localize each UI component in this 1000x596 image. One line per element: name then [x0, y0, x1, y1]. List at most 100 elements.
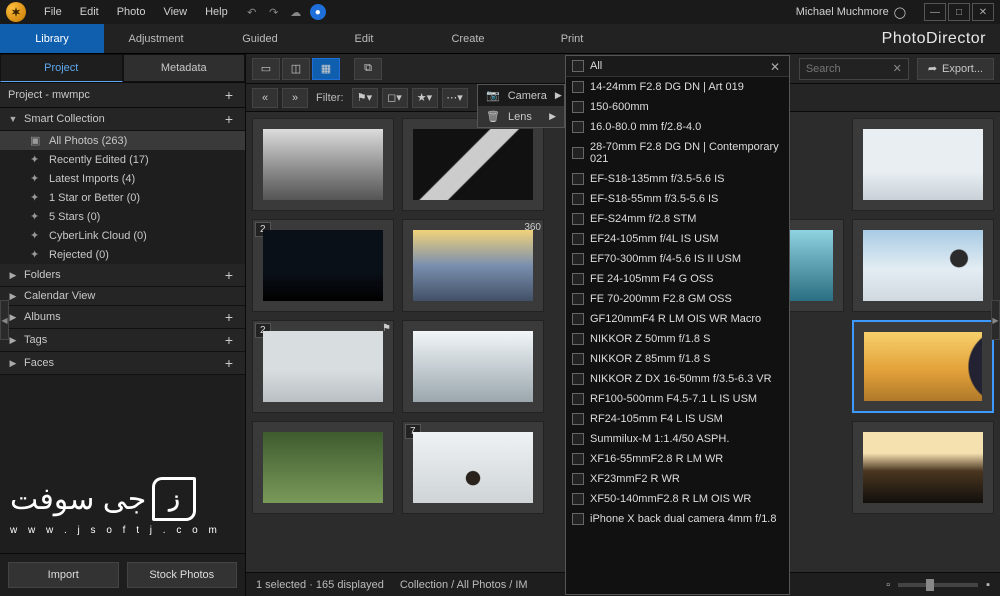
submenu-lens[interactable]: 🗑 Lens ▶	[478, 106, 564, 127]
checkbox[interactable]	[572, 373, 584, 385]
lens-filter-item[interactable]: XF16-55mmF2.8 R LM WR	[566, 449, 789, 469]
lens-filter-item[interactable]: EF-S24mm f/2.8 STM	[566, 209, 789, 229]
checkbox[interactable]	[572, 147, 584, 159]
thumbnail[interactable]: 2⚑	[252, 320, 394, 413]
lens-filter-item[interactable]: RF24-105mm F4 L IS USM	[566, 409, 789, 429]
lens-filter-item[interactable]: NIKKOR Z DX 16-50mm f/3.5-6.3 VR	[566, 369, 789, 389]
menu-file[interactable]: File	[36, 3, 70, 21]
search-field[interactable]: ✕	[799, 58, 909, 80]
window-close[interactable]: ✕	[972, 3, 994, 21]
add-face[interactable]: +	[221, 355, 237, 371]
checkbox[interactable]	[572, 173, 584, 185]
checkbox[interactable]	[572, 293, 584, 305]
thumbnail-large-icon[interactable]: ▪	[986, 579, 990, 591]
lens-filter-item[interactable]: 28-70mm F2.8 DG DN | Contemporary 021	[566, 137, 789, 169]
thumbnail-size-slider[interactable]	[898, 583, 978, 587]
module-create[interactable]: Create	[416, 24, 520, 53]
lens-filter-item[interactable]: iPhone X back dual camera 4mm f/1.8	[566, 509, 789, 529]
import-button[interactable]: Import	[8, 562, 119, 588]
tree-rejected[interactable]: ✦Rejected (0)	[0, 245, 245, 264]
tree-smart-collection[interactable]: ▼Smart Collection +	[0, 108, 245, 131]
add-folder[interactable]: +	[221, 267, 237, 283]
tree-faces[interactable]: ▶Faces+	[0, 352, 245, 375]
lens-filter-item[interactable]: EF-S18-135mm f/3.5-5.6 IS	[566, 169, 789, 189]
lens-panel-close[interactable]: ✕	[765, 58, 785, 76]
window-minimize[interactable]: —	[924, 3, 946, 21]
user-account[interactable]: Michael Muchmore ◯	[796, 6, 906, 19]
checkbox[interactable]	[572, 313, 584, 325]
lens-filter-item[interactable]: EF-S18-55mm f/3.5-5.6 IS	[566, 189, 789, 209]
tab-project[interactable]: Project	[0, 54, 123, 82]
checkbox[interactable]	[572, 213, 584, 225]
lens-filter-item[interactable]: 150-600mm	[566, 97, 789, 117]
view-split-button[interactable]: ◫	[282, 58, 310, 80]
module-adjustment[interactable]: Adjustment	[104, 24, 208, 53]
tree-cloud[interactable]: ✦CyberLink Cloud (0)	[0, 226, 245, 245]
checkbox[interactable]	[572, 393, 584, 405]
notification-badge[interactable]: ●	[310, 4, 326, 20]
thumbnail[interactable]	[852, 421, 994, 514]
filter-more-button[interactable]: ⋯▾	[442, 88, 468, 108]
checkbox[interactable]	[572, 253, 584, 265]
tree-five-stars[interactable]: ✦5 Stars (0)	[0, 207, 245, 226]
thumbnail[interactable]	[402, 118, 544, 211]
thumbnail[interactable]	[252, 118, 394, 211]
checkbox[interactable]	[572, 453, 584, 465]
tree-albums[interactable]: ▶Albums+	[0, 306, 245, 329]
stock-photos-button[interactable]: Stock Photos	[127, 562, 238, 588]
search-clear-icon[interactable]: ✕	[893, 62, 902, 75]
thumbnail[interactable]: 7	[402, 421, 544, 514]
tree-all-photos[interactable]: ▣All Photos (263)	[0, 131, 245, 150]
lens-filter-item[interactable]: XF50-140mmF2.8 R LM OIS WR	[566, 489, 789, 509]
thumbnail[interactable]	[852, 118, 994, 211]
module-guided[interactable]: Guided	[208, 24, 312, 53]
add-project-button[interactable]: +	[221, 87, 237, 103]
thumbnail-small-icon[interactable]: ▫	[886, 579, 890, 591]
thumbnail[interactable]	[252, 421, 394, 514]
lens-filter-all[interactable]: All	[566, 56, 789, 77]
lens-filter-item[interactable]: Summilux-M 1:1.4/50 ASPH.	[566, 429, 789, 449]
menu-help[interactable]: Help	[197, 3, 236, 21]
checkbox[interactable]	[572, 101, 584, 113]
lens-filter-item[interactable]: 16.0-80.0 mm f/2.8-4.0	[566, 117, 789, 137]
tree-one-star[interactable]: ✦1 Star or Better (0)	[0, 188, 245, 207]
tree-folders[interactable]: ▶Folders+	[0, 264, 245, 287]
stack-back-button[interactable]: «	[252, 88, 278, 108]
checkbox[interactable]	[572, 273, 584, 285]
thumbnail-selected[interactable]	[852, 320, 994, 413]
redo-icon[interactable]: ↷	[266, 4, 282, 20]
lens-filter-item[interactable]: FE 70-200mm F2.8 GM OSS	[566, 289, 789, 309]
lens-filter-item[interactable]: NIKKOR Z 85mm f/1.8 S	[566, 349, 789, 369]
view-grid-button[interactable]: ▦	[312, 58, 340, 80]
checkbox[interactable]	[572, 493, 584, 505]
thumbnail[interactable]	[852, 219, 994, 312]
lens-filter-item[interactable]: RF100-500mm F4.5-7.1 L IS USM	[566, 389, 789, 409]
checkbox[interactable]	[572, 413, 584, 425]
filter-label-button[interactable]: ◻▾	[382, 88, 408, 108]
checkbox[interactable]	[572, 353, 584, 365]
collapse-right-panel[interactable]: ▶	[991, 300, 1000, 340]
checkbox[interactable]	[572, 233, 584, 245]
stack-forward-button[interactable]: »	[282, 88, 308, 108]
cloud-icon[interactable]: ☁	[288, 4, 304, 20]
tree-latest-imports[interactable]: ✦Latest Imports (4)	[0, 169, 245, 188]
tab-metadata[interactable]: Metadata	[123, 54, 246, 82]
undo-icon[interactable]: ↶	[244, 4, 260, 20]
submenu-camera[interactable]: 📷 Camera ▶	[478, 85, 564, 106]
checkbox[interactable]	[572, 81, 584, 93]
window-maximize[interactable]: □	[948, 3, 970, 21]
checkbox[interactable]	[572, 513, 584, 525]
filter-rating-button[interactable]: ★▾	[412, 88, 438, 108]
lens-filter-item[interactable]: EF70-300mm f/4-5.6 IS II USM	[566, 249, 789, 269]
lens-filter-item[interactable]: NIKKOR Z 50mm f/1.8 S	[566, 329, 789, 349]
menu-view[interactable]: View	[155, 3, 195, 21]
add-smart-collection[interactable]: +	[221, 111, 237, 127]
thumbnail[interactable]: 2	[252, 219, 394, 312]
thumbnail[interactable]	[402, 320, 544, 413]
export-button[interactable]: ➦ Export...	[917, 58, 994, 80]
add-tag[interactable]: +	[221, 332, 237, 348]
filter-flag-button[interactable]: ⚑▾	[352, 88, 378, 108]
menu-photo[interactable]: Photo	[109, 3, 154, 21]
module-library[interactable]: Library	[0, 24, 104, 53]
checkbox[interactable]	[572, 433, 584, 445]
